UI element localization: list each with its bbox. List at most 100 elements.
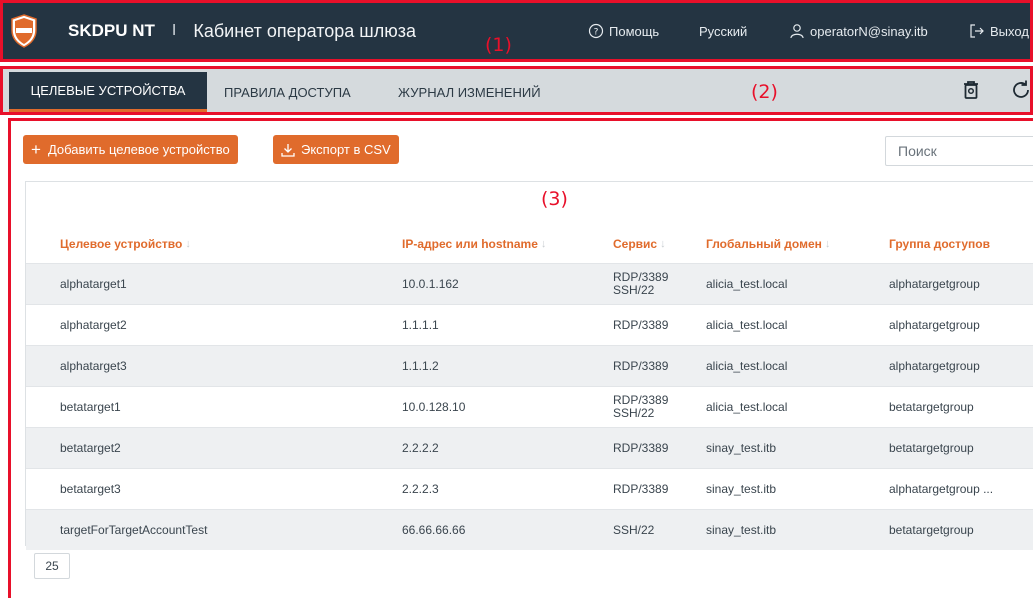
user-menu[interactable]: operatorN@sinay.itb bbox=[789, 3, 928, 59]
cell-service: RDP/3389 bbox=[613, 469, 668, 509]
cell-ip: 2.2.2.3 bbox=[402, 481, 439, 496]
sort-arrow-icon: ↓ bbox=[185, 238, 191, 250]
table-row[interactable]: targetForTargetAccountTest 66.66.66.66 SSH… bbox=[26, 509, 1033, 550]
app-header: SKDPU NT I Кабинет оператора шлюза (1) ?… bbox=[0, 0, 1033, 62]
cell-device: targetForTargetAccountTest bbox=[60, 522, 208, 537]
main-panel: + Добавить целевое устройство Экспорт в … bbox=[8, 118, 1033, 598]
cell-ip: 10.0.1.162 bbox=[402, 276, 459, 291]
service-entry: RDP/3389 bbox=[613, 358, 669, 373]
cell-ip: 1.1.1.2 bbox=[402, 358, 439, 373]
annotation-1: (1) bbox=[485, 34, 512, 56]
sort-arrow-icon: ↓ bbox=[824, 238, 831, 250]
tab-label: ЖУРНАЛ ИЗМЕНЕНИЙ bbox=[398, 84, 541, 100]
cell-domain: sinay_test.itb bbox=[706, 481, 777, 496]
help-link[interactable]: ? Помощь bbox=[588, 3, 659, 59]
add-device-label: Добавить целевое устройство bbox=[47, 142, 230, 157]
table-row[interactable]: alphatarget3 1.1.1.2 RDP/3389 alicia_test.l… bbox=[26, 345, 1033, 386]
sort-arrow-icon: ↓ bbox=[540, 238, 547, 250]
logout-button[interactable]: Выход bbox=[969, 3, 1029, 59]
user-icon bbox=[790, 24, 804, 39]
plus-icon: + bbox=[31, 140, 41, 159]
app-name: SKDPU NT bbox=[68, 21, 155, 40]
column-label: IP-адрес или hostname bbox=[402, 237, 538, 251]
table-row[interactable]: betatarget2 2.2.2.2 RDP/3389 sinay_test.itb… bbox=[26, 427, 1033, 468]
annotation-3: (3) bbox=[541, 188, 568, 210]
svg-text:?: ? bbox=[594, 28, 599, 38]
service-entry: RDP/3389 bbox=[613, 481, 669, 496]
column-label: Группа доступов bbox=[889, 237, 990, 251]
tab-bar: ЦЕЛЕВЫЕ УСТРОЙСТВА ПРАВИЛА ДОСТУПА ЖУРНА… bbox=[0, 66, 1033, 115]
table-row[interactable]: alphatarget2 1.1.1.1 RDP/3389 alicia_test.l… bbox=[26, 304, 1033, 345]
tab-label: ЦЕЛЕВЫЕ УСТРОЙСТВА bbox=[30, 83, 186, 98]
search-input[interactable] bbox=[885, 136, 1033, 166]
cell-service: RDP/3389 bbox=[613, 305, 668, 345]
cell-group: alphatargetgroup bbox=[889, 317, 980, 332]
cell-ip: 66.66.66.66 bbox=[402, 522, 466, 537]
service-entry: SSH/22 bbox=[613, 283, 655, 297]
cell-device: betatarget2 bbox=[60, 440, 121, 455]
cell-device: alphatarget1 bbox=[60, 276, 127, 291]
cell-domain: alicia_test.local bbox=[706, 317, 788, 332]
column-label: Сервис bbox=[613, 237, 658, 251]
shield-logo bbox=[10, 13, 38, 49]
column-header-ip[interactable]: IP-адрес или hostname ↓ bbox=[402, 237, 546, 251]
cell-group: alphatargetgroup ... bbox=[889, 481, 994, 496]
column-header-device[interactable]: Целевое устройство ↓ bbox=[60, 237, 191, 251]
tab-change-log[interactable]: ЖУРНАЛ ИЗМЕНЕНИЙ bbox=[398, 72, 541, 112]
column-label: Глобальный домен bbox=[706, 237, 822, 251]
language-label: Русский bbox=[699, 23, 748, 39]
cell-service: RDP/3389 SSH/22 bbox=[613, 264, 668, 304]
column-label: Целевое устройство bbox=[60, 237, 183, 251]
table-row[interactable]: alphatarget1 10.0.1.162 RDP/3389 SSH/22 alic… bbox=[26, 263, 1033, 304]
column-header-service[interactable]: Сервис ↓ bbox=[613, 237, 666, 251]
user-label: operatorN@sinay.itb bbox=[810, 23, 928, 39]
help-label: Помощь bbox=[609, 23, 660, 39]
logout-icon bbox=[970, 24, 984, 38]
page-title: Кабинет оператора шлюза bbox=[193, 20, 416, 41]
cell-domain: alicia_test.local bbox=[706, 358, 788, 373]
help-icon: ? bbox=[588, 23, 604, 39]
cell-device: betatarget1 bbox=[60, 399, 121, 414]
cell-domain: sinay_test.itb bbox=[706, 440, 777, 455]
cell-service: RDP/3389 bbox=[613, 346, 668, 386]
sort-arrow-icon: ↓ bbox=[660, 238, 666, 250]
cell-device: alphatarget2 bbox=[60, 317, 127, 332]
cell-device: betatarget3 bbox=[60, 481, 121, 496]
cell-domain: alicia_test.local bbox=[706, 276, 788, 291]
devices-table: (3) Целевое устройство ↓ IP-адрес или hos… bbox=[25, 181, 1033, 550]
cell-ip: 2.2.2.2 bbox=[402, 440, 439, 455]
cell-group: betatargetgroup bbox=[889, 440, 974, 455]
download-icon bbox=[281, 143, 295, 157]
cell-domain: sinay_test.itb bbox=[706, 522, 777, 537]
tab-target-devices[interactable]: ЦЕЛЕВЫЕ УСТРОЙСТВА bbox=[9, 72, 207, 112]
column-header-group[interactable]: Группа доступов bbox=[889, 237, 990, 251]
export-csv-button[interactable]: Экспорт в CSV bbox=[273, 135, 399, 164]
cell-service: RDP/3389 bbox=[613, 428, 668, 468]
table-row[interactable]: betatarget3 2.2.2.3 RDP/3389 sinay_test.itb… bbox=[26, 468, 1033, 509]
tab-label: ПРАВИЛА ДОСТУПА bbox=[224, 84, 351, 100]
trash-icon[interactable] bbox=[958, 77, 984, 103]
cell-service: RDP/3389 SSH/22 bbox=[613, 387, 668, 427]
cell-group: alphatargetgroup bbox=[889, 358, 980, 373]
cell-group: betatargetgroup bbox=[889, 522, 974, 537]
cell-group: betatargetgroup bbox=[889, 399, 974, 414]
cell-ip: 10.0.128.10 bbox=[402, 399, 466, 414]
cell-group: alphatargetgroup bbox=[889, 276, 980, 291]
refresh-icon[interactable] bbox=[1008, 77, 1033, 103]
column-header-domain[interactable]: Глобальный домен ↓ bbox=[706, 237, 830, 251]
language-selector[interactable]: Русский bbox=[699, 3, 747, 59]
export-csv-label: Экспорт в CSV bbox=[301, 142, 391, 157]
tab-access-rules[interactable]: ПРАВИЛА ДОСТУПА bbox=[224, 72, 351, 112]
cell-device: alphatarget3 bbox=[60, 358, 127, 373]
cell-service: SSH/22 bbox=[613, 510, 654, 550]
add-device-button[interactable]: + Добавить целевое устройство bbox=[23, 135, 238, 164]
logout-label: Выход bbox=[990, 23, 1029, 39]
service-entry: SSH/22 bbox=[613, 522, 655, 537]
service-entry: RDP/3389 bbox=[613, 440, 669, 455]
page-size-select[interactable]: 25 bbox=[34, 553, 70, 579]
service-entry: SSH/22 bbox=[613, 406, 655, 420]
header-separator: I bbox=[171, 22, 177, 39]
service-entry: RDP/3389 bbox=[613, 317, 669, 332]
cell-domain: alicia_test.local bbox=[706, 399, 788, 414]
table-row[interactable]: betatarget1 10.0.128.10 RDP/3389 SSH/22 alic… bbox=[26, 386, 1033, 427]
